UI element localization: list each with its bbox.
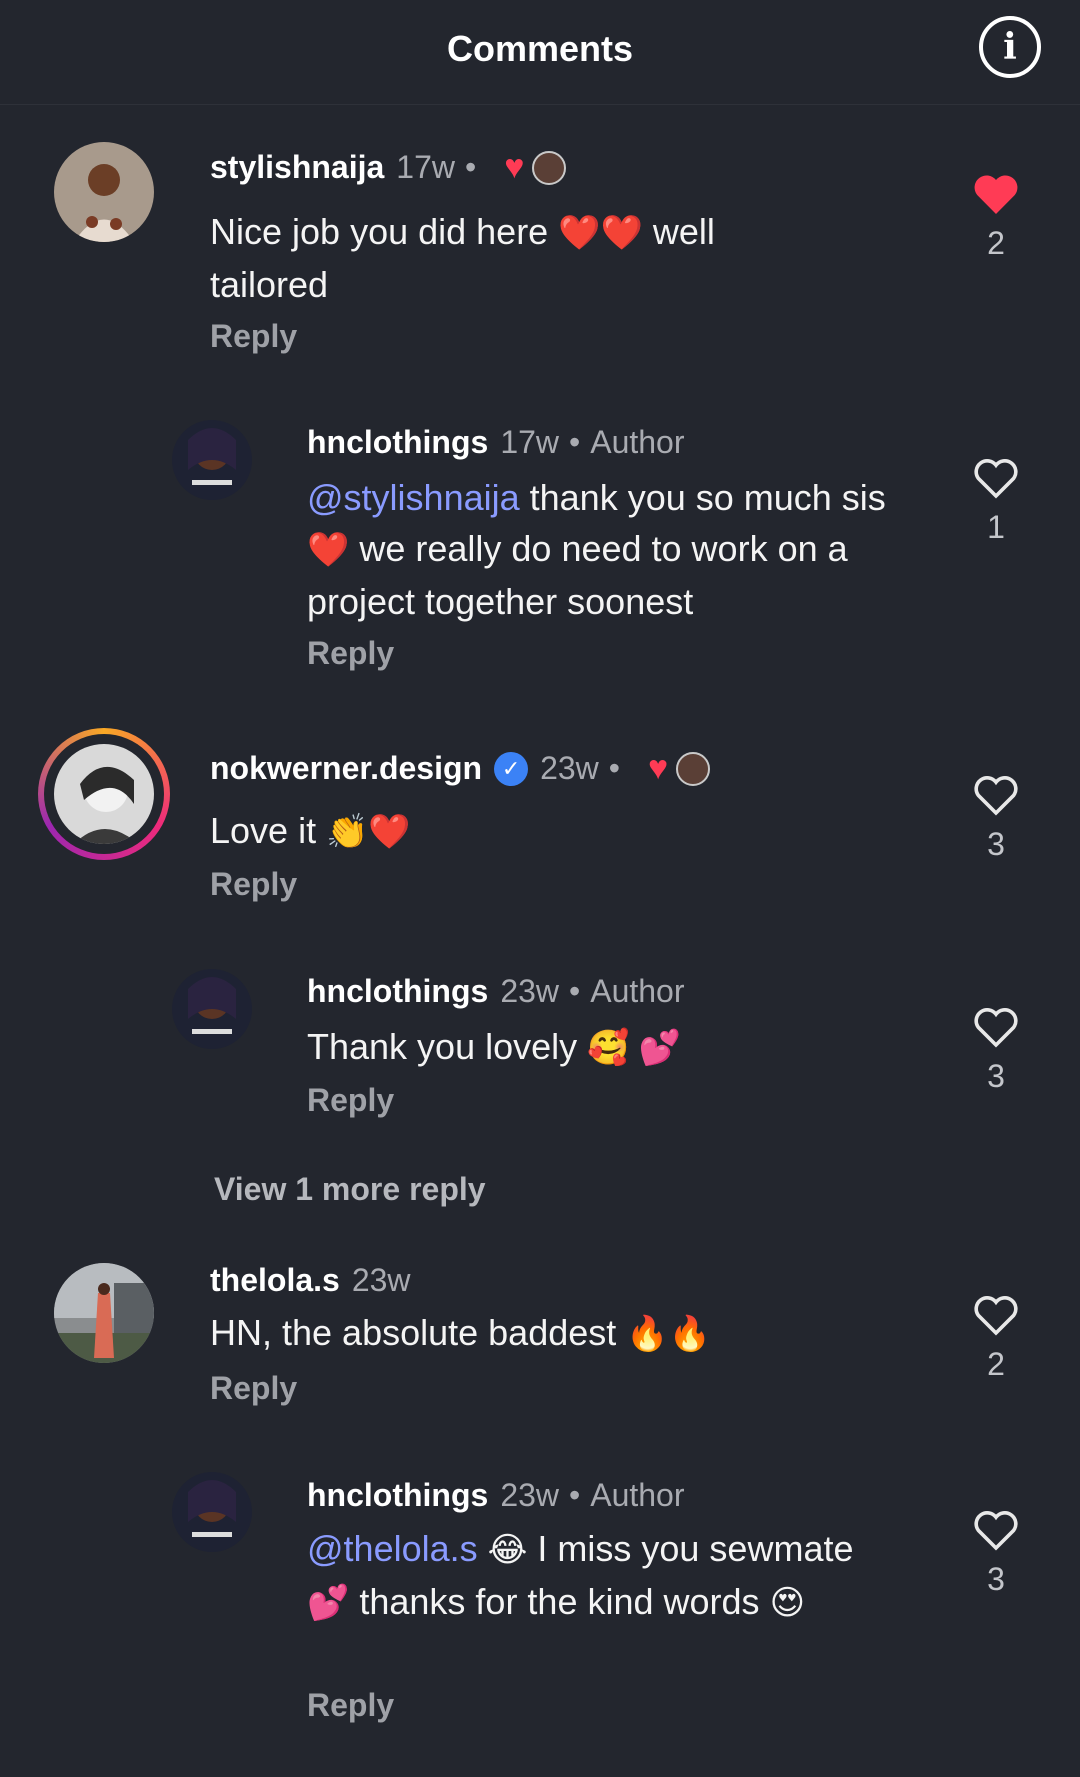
timestamp: 23w	[500, 1477, 560, 1513]
heart-outline-icon	[974, 1296, 1018, 1336]
timestamp: 23w	[500, 973, 560, 1009]
comment-text: @stylishnaija thank you so much sis ❤️ w…	[307, 477, 886, 622]
avatar	[54, 744, 154, 844]
author-badge: Author	[590, 424, 685, 460]
reply-button[interactable]: Reply	[210, 1370, 297, 1407]
comment-text: Nice job you did here ❤️❤️ well tailored	[210, 211, 715, 305]
separator-dot: •	[608, 750, 620, 786]
mention-link[interactable]: @stylishnaija	[307, 477, 520, 518]
like-count: 2	[987, 1346, 1005, 1382]
like-count: 1	[987, 509, 1005, 545]
verified-badge-icon: ✓	[494, 751, 529, 786]
reply-button[interactable]: Reply	[307, 635, 394, 672]
username[interactable]: hnclothings	[307, 424, 488, 461]
like-count: 3	[987, 826, 1005, 862]
like-button[interactable]: 3	[966, 773, 1026, 863]
reply-button[interactable]: Reply	[210, 318, 297, 355]
timestamp: 23w	[540, 750, 599, 786]
story-ring[interactable]	[38, 728, 170, 860]
author-liked-heart-icon: ♥	[504, 148, 525, 186]
author-badge: Author	[590, 973, 685, 1009]
heart-outline-icon	[974, 776, 1018, 816]
view-more-replies-button[interactable]: View 1 more reply	[214, 1171, 486, 1208]
mention-link[interactable]: @thelola.s	[307, 1528, 478, 1569]
like-count: 2	[987, 225, 1005, 261]
username[interactable]: thelola.s	[210, 1262, 340, 1299]
like-button[interactable]: 3	[966, 1005, 1026, 1095]
username[interactable]: nokwerner.design	[210, 750, 482, 787]
like-count: 3	[987, 1561, 1005, 1597]
reply-button[interactable]: Reply	[307, 1687, 394, 1724]
username[interactable]: hnclothings	[307, 973, 488, 1010]
timestamp: 17w	[500, 424, 560, 460]
avatar[interactable]	[54, 1263, 154, 1363]
heart-outline-icon	[974, 1008, 1018, 1048]
author-liked-heart-icon: ♥	[647, 749, 669, 787]
separator-dot: •	[569, 1477, 581, 1513]
like-count: 3	[987, 1058, 1005, 1094]
avatar[interactable]	[172, 969, 252, 1049]
like-button[interactable]: 2	[966, 172, 1026, 262]
author-mini-avatar	[532, 150, 567, 185]
username[interactable]: hnclothings	[307, 1477, 488, 1514]
reply-button[interactable]: Reply	[307, 1082, 394, 1119]
like-button[interactable]: 2	[966, 1293, 1026, 1383]
separator-dot: •	[569, 424, 581, 460]
comment-text: @thelola.s 😂 I miss you sewmate 💕 thanks…	[307, 1528, 854, 1622]
avatar[interactable]	[172, 420, 252, 500]
author-badge: Author	[590, 1477, 685, 1513]
page-title: Comments	[446, 28, 634, 69]
avatar[interactable]	[172, 1472, 252, 1552]
comment-text: Thank you lovely 🥰 💕	[307, 1026, 682, 1067]
author-mini-avatar	[676, 751, 711, 786]
heart-outline-icon	[974, 1511, 1018, 1551]
heart-filled-icon	[974, 175, 1018, 214]
avatar[interactable]	[54, 142, 154, 242]
reply-button[interactable]: Reply	[210, 866, 297, 903]
separator-dot: •	[465, 149, 477, 185]
comment-text: HN, the absolute baddest 🔥🔥	[210, 1312, 711, 1353]
header: Comments i	[0, 0, 1080, 105]
timestamp: 23w	[351, 1262, 411, 1298]
username[interactable]: stylishnaija	[210, 149, 384, 186]
like-button[interactable]: 1	[966, 456, 1026, 546]
timestamp: 17w	[396, 149, 455, 185]
comment-text: Love it 👏❤️	[210, 810, 411, 851]
info-icon[interactable]: i	[979, 16, 1041, 78]
heart-outline-icon	[974, 459, 1018, 499]
like-button[interactable]: 3	[966, 1508, 1026, 1598]
separator-dot: •	[569, 973, 581, 1009]
